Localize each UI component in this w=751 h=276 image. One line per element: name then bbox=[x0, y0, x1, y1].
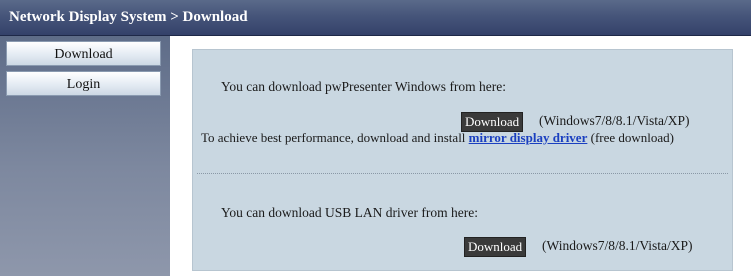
usb-lan-os-note: (Windows7/8/8.1/Vista/XP) bbox=[542, 238, 693, 253]
section-divider bbox=[197, 173, 728, 174]
page-title: Network Display System > Download bbox=[9, 9, 248, 25]
performance-note-prefix: To achieve best performance, download an… bbox=[201, 130, 466, 145]
pwpresenter-intro-text: You can download pwPresenter Windows fro… bbox=[221, 79, 507, 94]
download-panel: You can download pwPresenter Windows fro… bbox=[192, 49, 733, 271]
sidebar-item-download[interactable]: Download bbox=[6, 41, 161, 66]
usb-lan-intro-text: You can download USB LAN driver from her… bbox=[221, 205, 478, 220]
sidebar-item-login[interactable]: Login bbox=[6, 71, 161, 96]
pwpresenter-download-button[interactable]: Download bbox=[461, 112, 524, 132]
sidebar: Download Login bbox=[0, 36, 170, 276]
usb-lan-download-button[interactable]: Download bbox=[464, 237, 527, 257]
performance-note-suffix: (free download) bbox=[590, 130, 674, 145]
content-area: You can download pwPresenter Windows fro… bbox=[180, 36, 751, 276]
header-bar: Network Display System > Download bbox=[0, 0, 751, 36]
performance-note: To achieve best performance, download an… bbox=[201, 130, 721, 145]
pwpresenter-os-note: (Windows7/8/8.1/Vista/XP) bbox=[539, 113, 690, 128]
mirror-display-driver-link[interactable]: mirror display driver bbox=[469, 130, 588, 145]
